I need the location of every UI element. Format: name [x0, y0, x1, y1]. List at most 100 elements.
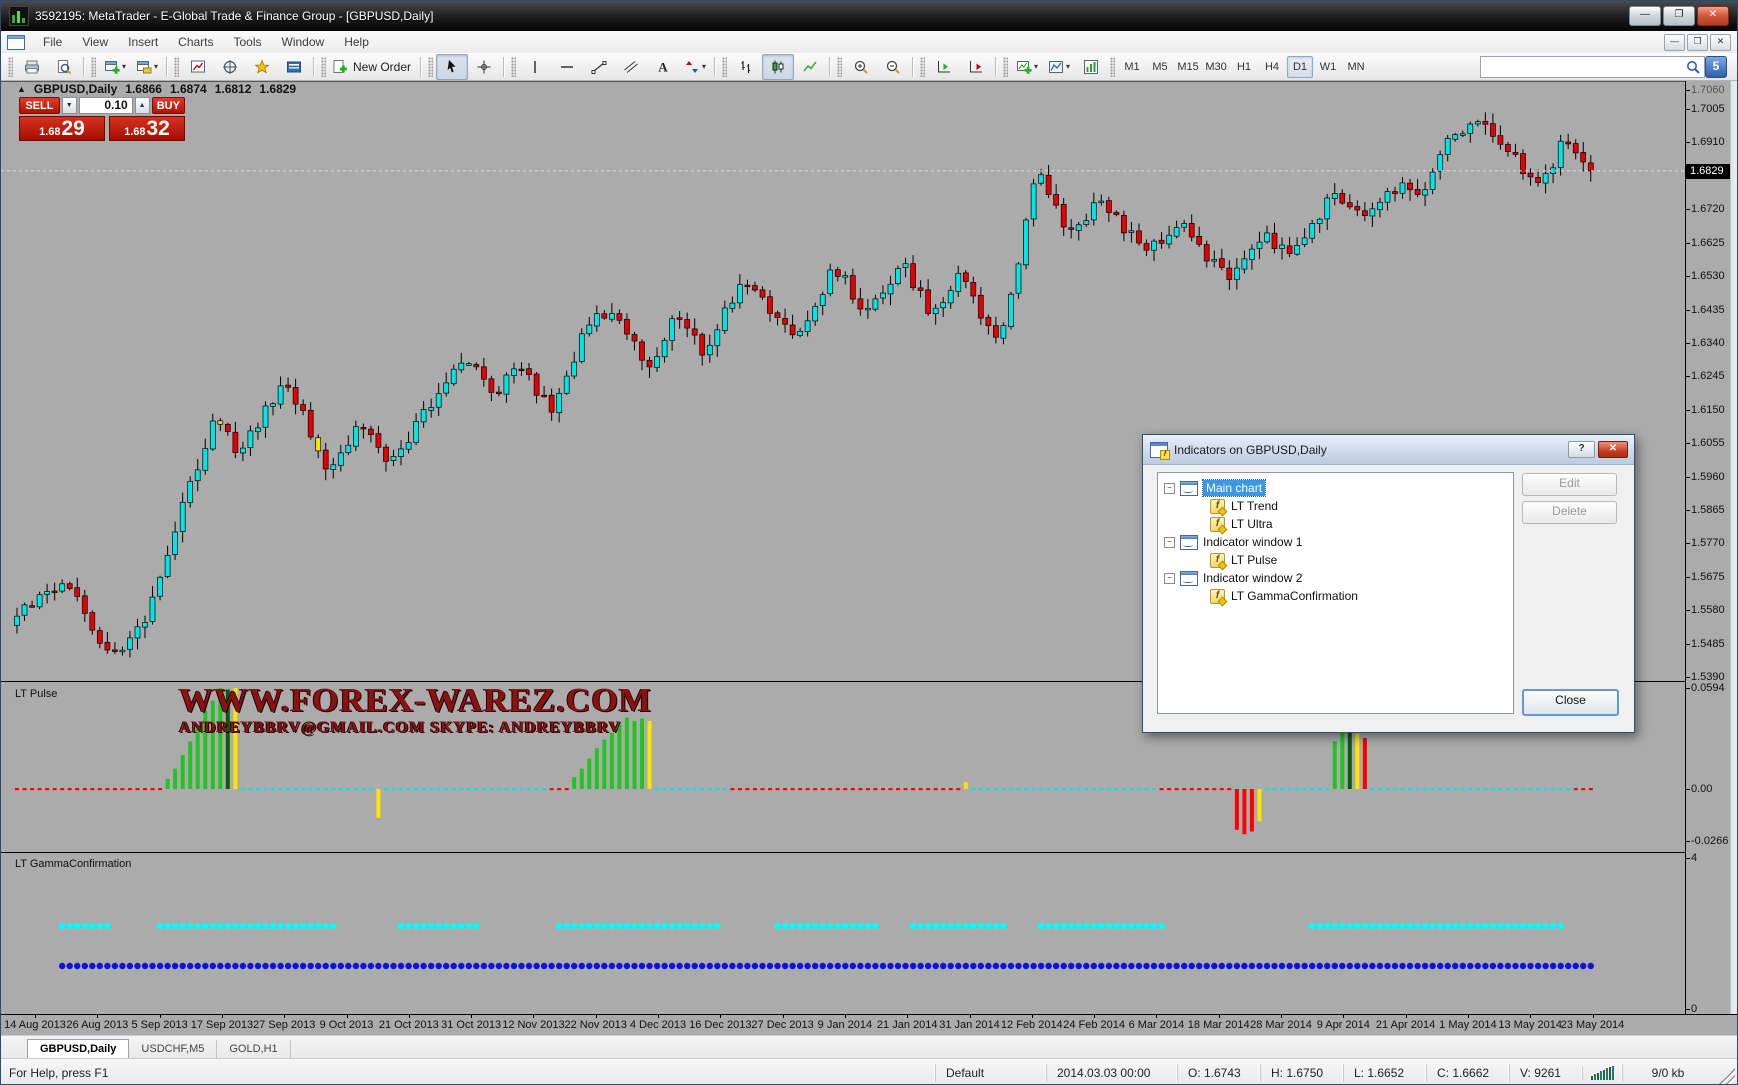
date-tick — [97, 1015, 98, 1018]
tree-expander-icon[interactable]: − — [1164, 573, 1175, 584]
new-order-button[interactable]: New Order — [329, 54, 417, 80]
menu-item-view[interactable]: View — [72, 32, 118, 52]
menu-item-help[interactable]: Help — [334, 32, 379, 52]
indicator-function-icon: f — [1210, 589, 1225, 604]
timeframe-d1-button[interactable]: D1 — [1287, 56, 1313, 78]
buy-button[interactable]: BUY — [152, 97, 185, 114]
chart-tab-gold-h1[interactable]: GOLD,H1 — [217, 1040, 290, 1058]
periods-button[interactable] — [1075, 54, 1107, 80]
toolbar-drag-handle[interactable] — [1110, 57, 1115, 77]
buy-price-panel[interactable]: 1.68 32 — [109, 116, 185, 141]
zoom-out-button[interactable] — [877, 54, 909, 80]
vertical-scrollbar[interactable] — [1730, 81, 1738, 1014]
volume-increase-button[interactable]: ▲ — [135, 97, 150, 114]
maximize-button[interactable]: ❐ — [1663, 6, 1695, 26]
tree-expander-icon[interactable]: − — [1164, 483, 1175, 494]
timeframe-m5-button[interactable]: M5 — [1147, 56, 1173, 78]
toolbar-drag-handle[interactable] — [1003, 57, 1008, 77]
menu-item-file[interactable]: File — [33, 32, 72, 52]
market-watch-button[interactable] — [182, 54, 214, 80]
line-chart-button[interactable] — [794, 54, 826, 80]
menu-item-window[interactable]: Window — [272, 32, 335, 52]
candlestick-chart-button[interactable] — [762, 54, 794, 80]
indicators-tree[interactable]: −Main chartfLT TrendfLT Ultra−Indicator … — [1157, 472, 1514, 714]
tree-item-main-chart[interactable]: −Main chart — [1164, 479, 1265, 497]
toolbar-drag-handle[interactable] — [920, 57, 925, 77]
arrows-button[interactable]: ▾ — [679, 54, 711, 80]
tree-item-lt-ultra[interactable]: fLT Ultra — [1210, 515, 1273, 533]
title-bar[interactable]: 3592195: MetaTrader - E-Global Trade & F… — [1, 1, 1737, 31]
data-window-button[interactable] — [214, 54, 246, 80]
chart-tab-usdchf-m5[interactable]: USDCHF,M5 — [129, 1040, 217, 1058]
dialog-close-x-button[interactable]: ✕ — [1598, 441, 1628, 458]
dialog-title-bar[interactable]: Indicators on GBPUSD,Daily ? ✕ — [1143, 435, 1634, 465]
volume-input[interactable]: 0.10 — [79, 97, 133, 114]
equidistant-channel-button[interactable] — [615, 54, 647, 80]
crosshair-button[interactable] — [468, 54, 500, 80]
resize-grip-icon[interactable] — [1719, 1068, 1735, 1084]
tree-item-lt-gammaconfirmation[interactable]: fLT GammaConfirmation — [1210, 587, 1358, 605]
toolbar-drag-handle[interactable] — [91, 57, 96, 77]
metatrader-window: 3592195: MetaTrader - E-Global Trade & F… — [0, 0, 1738, 1085]
timeframe-m1-button[interactable]: M1 — [1119, 56, 1145, 78]
new-chart-button[interactable]: ▾ — [99, 54, 131, 80]
timeframe-h4-button[interactable]: H4 — [1259, 56, 1285, 78]
tree-item-lt-trend[interactable]: fLT Trend — [1210, 497, 1278, 515]
child-close-button[interactable]: ✕ — [1710, 34, 1731, 51]
volume-decrease-button[interactable]: ▼ — [62, 97, 77, 114]
profiles-button[interactable]: ▾ — [131, 54, 163, 80]
sell-button[interactable]: SELL — [19, 97, 60, 114]
menu-item-insert[interactable]: Insert — [118, 32, 168, 52]
auto-scroll-button[interactable] — [928, 54, 960, 80]
templates-button[interactable]: ▾ — [1043, 54, 1075, 80]
print-preview-button[interactable] — [48, 54, 80, 80]
close-button-dialog[interactable]: Close — [1522, 689, 1619, 716]
collapse-arrow-icon[interactable]: ▲ — [17, 84, 26, 94]
trendline-button[interactable] — [583, 54, 615, 80]
tree-expander-icon[interactable]: − — [1164, 537, 1175, 548]
toolbar-drag-handle[interactable] — [722, 57, 727, 77]
vertical-line-button[interactable] — [519, 54, 551, 80]
chart-tab-gbpusd-daily[interactable]: GBPUSD,Daily — [27, 1039, 129, 1059]
date-tick — [284, 1015, 285, 1018]
tree-item-indicator-window-1[interactable]: −Indicator window 1 — [1164, 533, 1302, 551]
child-minimize-button[interactable]: — — [1664, 34, 1685, 51]
zoom-in-button[interactable] — [845, 54, 877, 80]
bar-chart-button[interactable] — [730, 54, 762, 80]
timeframe-w1-button[interactable]: W1 — [1315, 56, 1341, 78]
toolbar-drag-handle[interactable] — [428, 57, 433, 77]
tree-item-lt-pulse[interactable]: fLT Pulse — [1210, 551, 1277, 569]
minimize-button[interactable]: — — [1629, 6, 1661, 26]
search-icon[interactable] — [1685, 59, 1701, 75]
navigator-button[interactable] — [246, 54, 278, 80]
tree-item-indicator-window-2[interactable]: −Indicator window 2 — [1164, 569, 1302, 587]
toolbar-drag-handle[interactable] — [8, 57, 13, 77]
menu-item-charts[interactable]: Charts — [168, 32, 223, 52]
timeframe-h1-button[interactable]: H1 — [1231, 56, 1257, 78]
close-button[interactable]: ✕ — [1697, 6, 1729, 26]
menu-item-tools[interactable]: Tools — [224, 32, 272, 52]
toolbar-drag-handle[interactable] — [321, 57, 326, 77]
edit-button[interactable]: Edit — [1522, 473, 1617, 496]
delete-button[interactable]: Delete — [1522, 501, 1617, 524]
sell-price-panel[interactable]: 1.68 29 — [19, 116, 105, 141]
terminal-button[interactable] — [278, 54, 310, 80]
timeframe-m30-button[interactable]: M30 — [1203, 56, 1229, 78]
chart-shift-button[interactable] — [960, 54, 992, 80]
toolbar-drag-handle[interactable] — [174, 57, 179, 77]
date-tick — [222, 1015, 223, 1018]
child-restore-button[interactable]: ❐ — [1687, 34, 1708, 51]
search-input[interactable] — [1480, 56, 1705, 78]
mql5-community-icon[interactable]: 5 — [1705, 56, 1727, 78]
cursor-button[interactable] — [436, 54, 468, 80]
dialog-help-button[interactable]: ? — [1568, 441, 1595, 458]
status-profile[interactable]: Default — [935, 1064, 1046, 1082]
toolbar-drag-handle[interactable] — [511, 57, 516, 77]
timeframe-mn-button[interactable]: MN — [1343, 56, 1369, 78]
indicators-button[interactable]: ▾ — [1011, 54, 1043, 80]
text-button[interactable]: A — [647, 54, 679, 80]
horizontal-line-button[interactable] — [551, 54, 583, 80]
timeframe-m15-button[interactable]: M15 — [1175, 56, 1201, 78]
toolbar-drag-handle[interactable] — [837, 57, 842, 77]
print-button[interactable] — [16, 54, 48, 80]
